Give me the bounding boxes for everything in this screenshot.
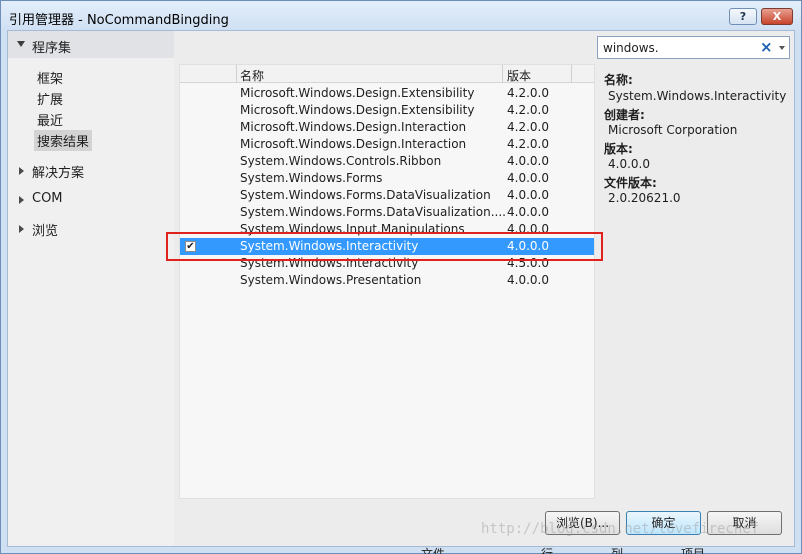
expand-right-icon — [19, 196, 24, 204]
list-row[interactable]: System.Windows.Presentation 4.0.0.0 — [180, 272, 594, 289]
column-divider[interactable] — [571, 65, 572, 83]
left-nav-panel: 程序集 框架 扩展 最近 搜索结果 解决方案 COM 浏览 — [8, 31, 174, 546]
list-row[interactable]: System.Windows.Forms.DataVisualization 4… — [180, 187, 594, 204]
row-version: 4.0.0.0 — [507, 171, 549, 185]
row-version: 4.0.0.0 — [507, 273, 549, 287]
nav-item-recent[interactable]: 最近 — [34, 109, 66, 130]
row-version: 4.2.0.0 — [507, 120, 549, 134]
list-row[interactable]: Microsoft.Windows.Design.Interaction 4.2… — [180, 119, 594, 136]
clear-icon[interactable]: × — [760, 38, 773, 56]
column-divider[interactable] — [236, 65, 237, 83]
detail-name-value: System.Windows.Interactivity — [608, 89, 787, 103]
row-version: 4.2.0.0 — [507, 103, 549, 117]
row-version: 4.0.0.0 — [507, 188, 549, 202]
watermark: http://blog.csdn.net/lovefirechef — [481, 521, 760, 537]
list-row[interactable]: System.Windows.Forms 4.0.0.0 — [180, 170, 594, 187]
nav-item-search-results[interactable]: 搜索结果 — [34, 130, 93, 151]
nav-category-com-label: COM — [32, 191, 63, 206]
detail-file-version-value: 2.0.20621.0 — [608, 191, 681, 205]
row-name: Microsoft.Windows.Design.Interaction — [240, 137, 467, 151]
detail-creator-value: Microsoft Corporation — [608, 123, 738, 137]
detail-version-value: 4.0.0.0 — [608, 157, 650, 171]
detail-file-version-label: 文件版本: — [604, 176, 657, 190]
row-name: Microsoft.Windows.Design.Extensibility — [240, 86, 475, 100]
column-header-name[interactable]: 名称 — [240, 67, 264, 84]
group-assemblies[interactable]: 程序集 — [8, 31, 174, 58]
row-name: Microsoft.Windows.Design.Extensibility — [240, 103, 475, 117]
row-version: 4.0.0.0 — [507, 154, 549, 168]
row-name: System.Windows.Controls.Ribbon — [240, 154, 442, 168]
close-button[interactable]: X — [761, 8, 793, 25]
dialog-window: 引用管理器 - NoCommandBingding ? X 程序集 框架 扩展 … — [0, 0, 802, 554]
list-row[interactable]: System.Windows.Controls.Ribbon 4.0.0.0 — [180, 153, 594, 170]
row-name: System.Windows.Forms — [240, 171, 383, 185]
nav-item-framework[interactable]: 框架 — [34, 67, 66, 88]
detail-version-label: 版本: — [604, 142, 633, 156]
row-name: System.Windows.Presentation — [240, 273, 422, 287]
row-name: System.Windows.Forms.DataVisualization..… — [240, 205, 506, 219]
nav-item-extensions[interactable]: 扩展 — [34, 88, 66, 109]
column-divider[interactable] — [502, 65, 503, 83]
background-label-line: 行 — [541, 547, 554, 554]
expand-down-icon — [17, 41, 25, 47]
row-version: 4.0.0.0 — [507, 205, 549, 219]
column-header-version[interactable]: 版本 — [507, 67, 531, 84]
row-version: 4.2.0.0 — [507, 86, 549, 100]
background-label-project: 项目 — [681, 547, 706, 554]
window-title: 引用管理器 - NoCommandBingding — [9, 13, 229, 28]
list-row[interactable]: System.Windows.Forms.DataVisualization..… — [180, 204, 594, 221]
list-row[interactable]: Microsoft.Windows.Design.Extensibility 4… — [180, 85, 594, 102]
dialog-client: 程序集 框架 扩展 最近 搜索结果 解决方案 COM 浏览 windows. × — [7, 30, 795, 547]
highlight-annotation-box — [166, 232, 603, 261]
search-input[interactable]: windows. × — [597, 36, 790, 59]
row-name: System.Windows.Forms.DataVisualization — [240, 188, 491, 202]
row-name: Microsoft.Windows.Design.Interaction — [240, 120, 467, 134]
group-assemblies-label: 程序集 — [32, 41, 72, 56]
title-bar[interactable]: 引用管理器 - NoCommandBingding ? X — [1, 1, 801, 31]
search-input-value: windows. — [603, 41, 659, 55]
background-label-column: 列 — [611, 547, 624, 554]
background-label-file: 文件 — [421, 547, 446, 554]
list-row[interactable]: Microsoft.Windows.Design.Interaction 4.2… — [180, 136, 594, 153]
assembly-list[interactable]: 名称 版本 Microsoft.Windows.Design.Extensibi… — [179, 64, 595, 499]
detail-name-label: 名称: — [604, 73, 633, 87]
list-row[interactable]: Microsoft.Windows.Design.Extensibility 4… — [180, 102, 594, 119]
detail-creator-label: 创建者: — [604, 108, 645, 122]
chevron-down-icon[interactable] — [779, 46, 785, 50]
help-button[interactable]: ? — [729, 8, 757, 25]
list-header: 名称 版本 — [180, 65, 594, 83]
nav-category-solution-label: 解决方案 — [32, 166, 85, 181]
expand-right-icon — [19, 167, 24, 175]
nav-category-browse-label: 浏览 — [32, 224, 59, 239]
expand-right-icon — [19, 225, 24, 233]
row-version: 4.2.0.0 — [507, 137, 549, 151]
